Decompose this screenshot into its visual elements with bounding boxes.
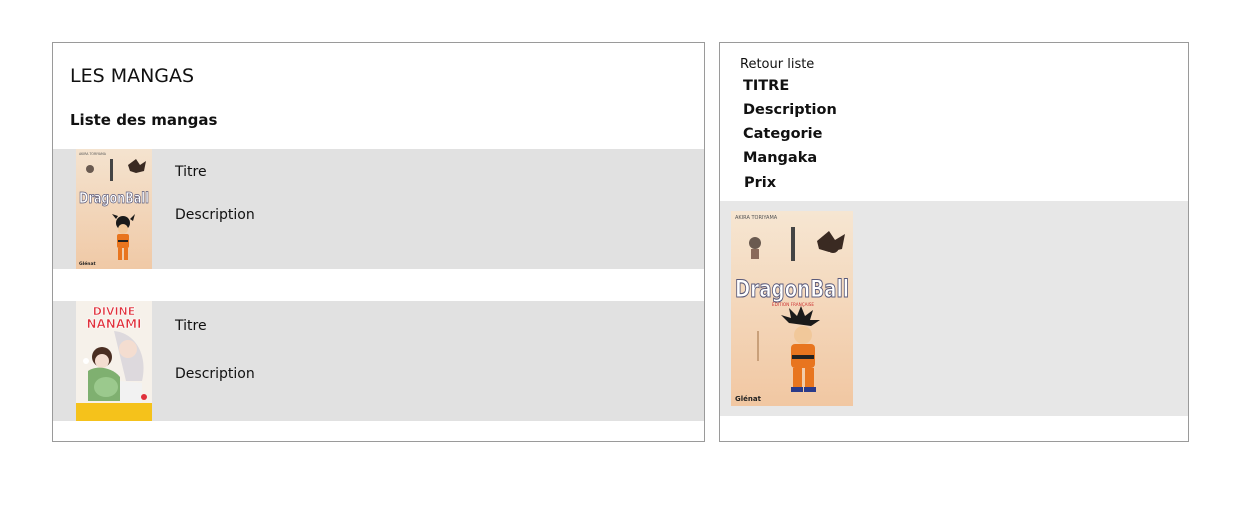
detail-cover-subtitle: ÉDITION FRANÇAISE bbox=[772, 302, 814, 307]
dragonball-cover-title: DragonBall bbox=[79, 189, 149, 207]
detail-cover-publisher: Glénat bbox=[735, 395, 762, 403]
manga-list-item-divine-nanami[interactable]: DIVINE NANAMI Titre Description bbox=[53, 301, 704, 421]
manga-title-label: Titre bbox=[175, 318, 207, 334]
manga-detail-panel: Retour liste TITRE Description Categorie… bbox=[719, 42, 1189, 442]
dragonball-cover-image: AKIRA TORIYAMA DragonBall Glénat bbox=[76, 149, 152, 269]
manga-description-label: Description bbox=[175, 207, 255, 223]
list-heading: Liste des mangas bbox=[70, 111, 218, 129]
detail-category-field: Categorie bbox=[743, 126, 823, 142]
svg-text:Glénat: Glénat bbox=[79, 260, 97, 267]
manga-list-item-dragonball[interactable]: AKIRA TORIYAMA DragonBall Glénat Titre D… bbox=[53, 149, 704, 269]
detail-image-area: AKIRA TORIYAMA DragonBall ÉDITION FRANÇA… bbox=[720, 201, 1188, 416]
divine-nanami-cover-title-line2: NANAMI bbox=[86, 317, 141, 331]
detail-description-field: Description bbox=[743, 102, 837, 118]
page-title: LES MANGAS bbox=[70, 65, 195, 87]
manga-description-label: Description bbox=[175, 366, 255, 382]
manga-list-panel: LES MANGAS Liste des mangas AKIRA TORIYA… bbox=[52, 42, 705, 442]
detail-cover-title: DragonBall bbox=[735, 275, 849, 303]
manga-title-label: Titre bbox=[175, 164, 207, 180]
dragonball-cover-author: AKIRA TORIYAMA bbox=[79, 152, 107, 156]
divine-nanami-cover-image: DIVINE NANAMI bbox=[76, 301, 152, 421]
detail-price-field: Prix bbox=[744, 175, 777, 191]
detail-cover-author: AKIRA TORIYAMA bbox=[735, 215, 778, 221]
detail-dragonball-cover-image: AKIRA TORIYAMA DragonBall ÉDITION FRANÇA… bbox=[731, 211, 853, 406]
detail-title-field: TITRE bbox=[743, 78, 790, 94]
detail-mangaka-field: Mangaka bbox=[743, 150, 818, 166]
back-to-list-link[interactable]: Retour liste bbox=[740, 57, 814, 72]
